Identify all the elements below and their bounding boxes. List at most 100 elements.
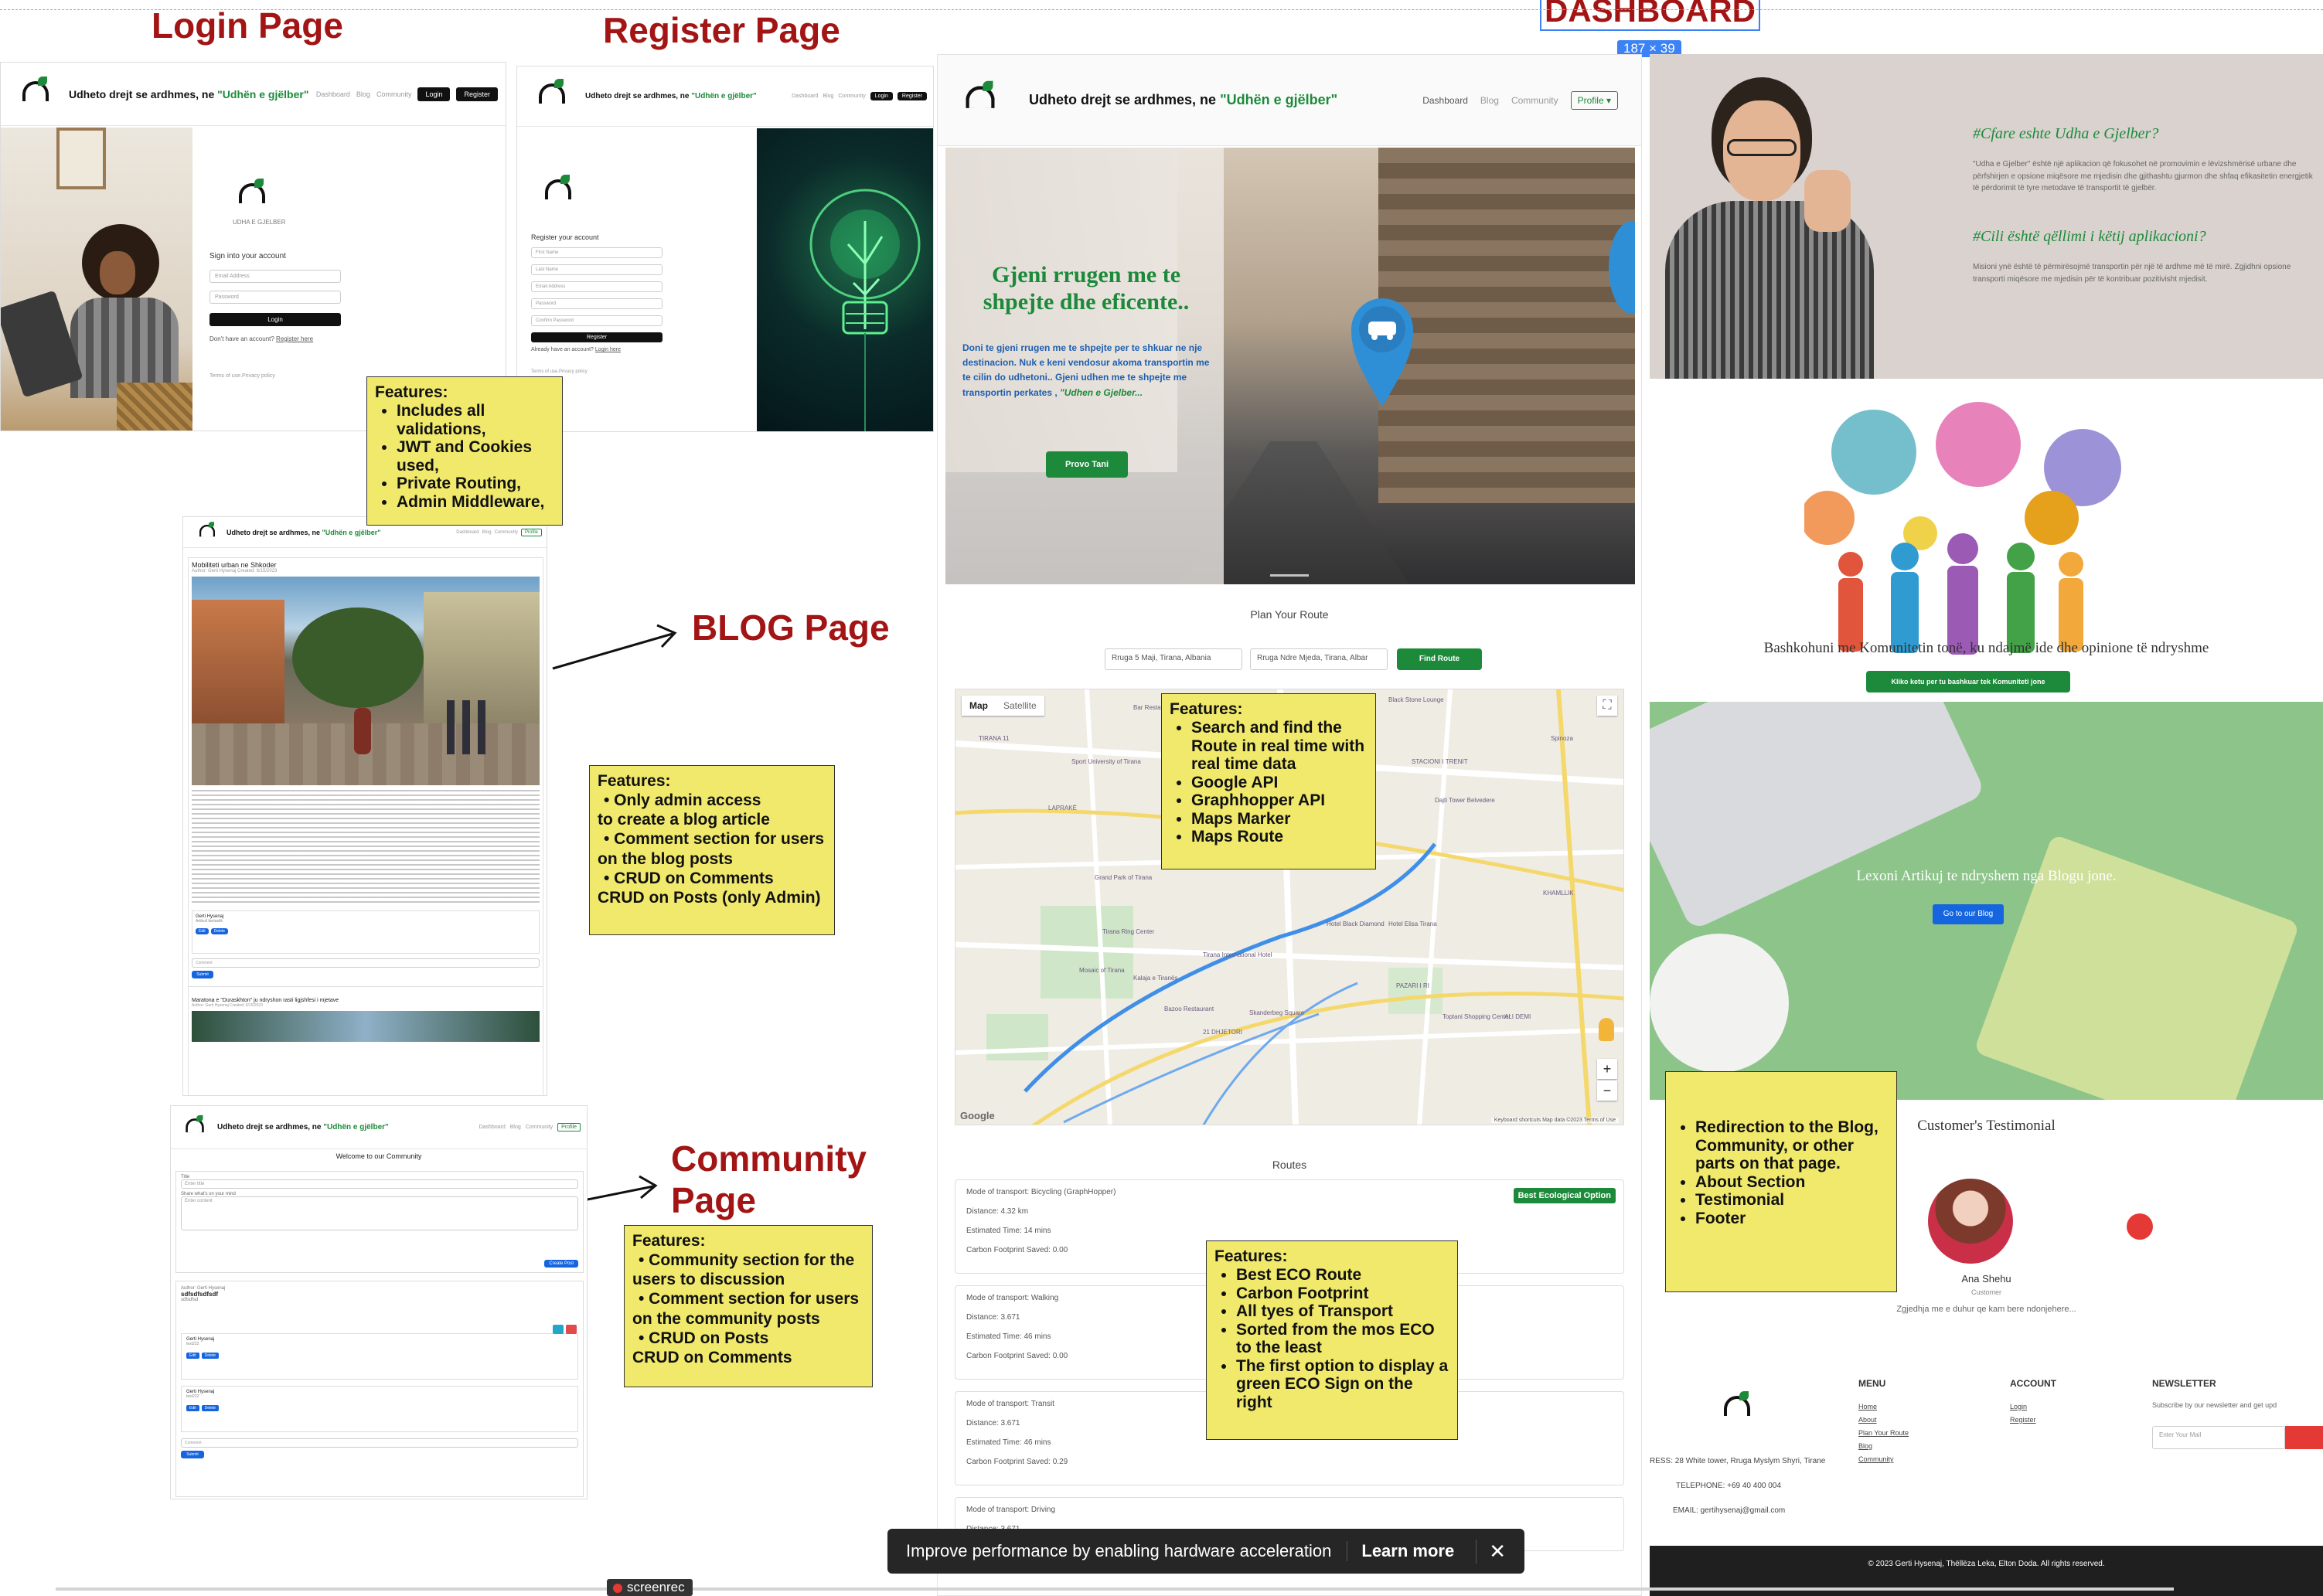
comment-submit-button[interactable]: Submit	[181, 1451, 204, 1458]
register-field[interactable]: Email Address	[531, 281, 662, 292]
nav-profile-button[interactable]: Profile	[520, 528, 542, 536]
footer-menu-link[interactable]: Community	[1858, 1455, 1909, 1463]
nav-register-button[interactable]: Register	[897, 92, 927, 100]
register-field[interactable]: First Name	[531, 247, 662, 258]
pegman-icon[interactable]	[1599, 1018, 1614, 1041]
from-input[interactable]: Rruga 5 Maji, Tirana, Albania	[1105, 648, 1242, 670]
community-invite-button[interactable]: Kliko ketu per tu bashkuar tek Komunitet…	[1866, 671, 2070, 693]
nav-community[interactable]: Community	[376, 90, 412, 98]
register-field[interactable]: Password	[531, 298, 662, 309]
nav-community[interactable]: Community	[495, 530, 518, 535]
create-post-button[interactable]: Create Post	[544, 1260, 578, 1268]
map-label[interactable]: KHAMLLIK	[1543, 890, 1574, 897]
map-tab-map[interactable]: Map	[962, 696, 996, 716]
next-post-title[interactable]: Maratona e "Duraskhton" ju ndryshon rast…	[189, 986, 543, 1003]
logo[interactable]	[182, 1114, 209, 1139]
map-label[interactable]: Toptani Shopping Center	[1443, 1013, 1511, 1021]
nav-profile-button[interactable]: Profile	[557, 1123, 581, 1131]
title-input[interactable]: Enter title	[181, 1179, 578, 1189]
nav-community[interactable]: Community	[838, 94, 865, 99]
edit-post-icon[interactable]	[553, 1325, 564, 1334]
newsletter-submit-button[interactable]	[2285, 1426, 2323, 1449]
email-field[interactable]: Email Address	[209, 270, 341, 283]
comment-delete-button[interactable]: Delete	[210, 928, 229, 934]
comment-input[interactable]: Comment	[192, 958, 540, 968]
zoom-in-icon[interactable]: +	[1597, 1059, 1617, 1079]
login-button[interactable]: Login	[209, 313, 341, 326]
nav-blog[interactable]: Blog	[482, 530, 492, 535]
toast-close-icon[interactable]: ✕	[1476, 1539, 1506, 1564]
comment-submit-button[interactable]: Submit	[192, 971, 213, 978]
nav-register-button[interactable]: Register	[456, 87, 498, 101]
nav-login-button[interactable]: Login	[870, 92, 893, 100]
logo[interactable]	[533, 78, 571, 114]
zoom-out-icon[interactable]: −	[1597, 1080, 1617, 1101]
register-field[interactable]: Last Name	[531, 264, 662, 275]
nav-blog[interactable]: Blog	[823, 94, 833, 99]
terms-link[interactable]: Terms of use.Privacy policy	[531, 369, 678, 374]
comment-input[interactable]: Comment	[181, 1438, 578, 1448]
map-label[interactable]: 21 DHJETORI	[1203, 1029, 1242, 1036]
nav-community[interactable]: Community	[1511, 95, 1558, 106]
hero-cta-button[interactable]: Provo Tani	[1046, 451, 1128, 478]
nav-dashboard[interactable]: Dashboard	[792, 94, 818, 99]
delete-post-icon[interactable]	[566, 1325, 577, 1334]
content-textarea[interactable]: Enter content	[181, 1196, 578, 1230]
nav-dashboard[interactable]: Dashboard	[316, 90, 350, 98]
map-label[interactable]: LAPRAKË	[1048, 805, 1077, 812]
login-link[interactable]: Login here	[595, 347, 621, 352]
map-label[interactable]: Skanderbeg Square	[1249, 1009, 1304, 1017]
logo[interactable]	[959, 80, 1002, 120]
toast-learn-more[interactable]: Learn more	[1347, 1541, 1454, 1561]
nav-login-button[interactable]: Login	[417, 87, 451, 101]
map-label[interactable]: Tirana International Hotel	[1203, 951, 1272, 959]
nav-blog[interactable]: Blog	[510, 1125, 521, 1130]
register-link[interactable]: Register here	[276, 335, 313, 342]
map-label[interactable]: Kalaja e Tiranës	[1133, 975, 1177, 982]
comment-delete-button[interactable]: Delete	[201, 1405, 220, 1411]
nav-community[interactable]: Community	[526, 1125, 553, 1130]
footer-menu-link[interactable]: About	[1858, 1416, 1909, 1424]
comment-delete-button[interactable]: Delete	[201, 1353, 220, 1359]
logo[interactable]	[196, 521, 219, 543]
nav-dashboard[interactable]: Dashboard	[456, 530, 479, 535]
map-label[interactable]: Hotel Black Diamond	[1327, 921, 1385, 928]
nav-dashboard[interactable]: Dashboard	[1422, 95, 1468, 106]
register-button[interactable]: Register	[531, 332, 662, 342]
map-label[interactable]: Grand Park of Tirana	[1095, 874, 1152, 882]
footer-account-link[interactable]: Register	[2010, 1416, 2036, 1424]
map-label[interactable]: Dajti Tower Belvedere	[1435, 797, 1495, 805]
blog-banner-button[interactable]: Go to our Blog	[1933, 904, 2004, 924]
fullscreen-icon[interactable]: ⛶	[1597, 696, 1617, 716]
comment-edit-button[interactable]: Edit	[186, 1353, 199, 1359]
map-label[interactable]: Black Stone Lounge	[1388, 696, 1444, 704]
nav-profile-button[interactable]: Profile ▾	[1570, 90, 1618, 110]
footer-menu-link[interactable]: Home	[1858, 1403, 1909, 1411]
map-label[interactable]: Mosaic of Tirana	[1079, 967, 1125, 975]
map-label[interactable]: Spinoza	[1551, 735, 1573, 743]
map-label[interactable]: Hotel Elisa Tirana	[1388, 921, 1437, 928]
newsletter-email-input[interactable]: Enter Your Mail	[2152, 1426, 2285, 1449]
map-type-control[interactable]: Map Satellite	[962, 696, 1044, 716]
dashboard-heading[interactable]: DASHBOARD	[1540, 0, 1760, 31]
footer-account-link[interactable]: Login	[2010, 1403, 2036, 1411]
nav-blog[interactable]: Blog	[1480, 95, 1499, 106]
map-label[interactable]: PAZARI I RI	[1396, 982, 1429, 990]
find-route-button[interactable]: Find Route	[1397, 648, 1482, 670]
map-label[interactable]: Bazoo Restaurant	[1164, 1006, 1214, 1013]
terms-link[interactable]: Terms of use.Privacy policy	[209, 373, 364, 379]
map-label[interactable]: Tirana Ring Center	[1102, 928, 1154, 936]
comment-edit-button[interactable]: Edit	[186, 1405, 199, 1411]
map-tab-satellite[interactable]: Satellite	[996, 696, 1044, 716]
register-field[interactable]: Confirm Password	[531, 315, 662, 326]
comment-edit-button[interactable]: Edit	[196, 928, 209, 934]
nav-blog[interactable]: Blog	[356, 90, 370, 98]
footer-menu-link[interactable]: Blog	[1858, 1442, 1909, 1450]
footer-menu-link[interactable]: Plan Your Route	[1858, 1429, 1909, 1437]
map-label[interactable]: STACIONI I TRENIT	[1412, 758, 1468, 766]
password-field[interactable]: Password	[209, 291, 341, 304]
to-input[interactable]: Rruga Ndre Mjeda, Tirana, Albar	[1250, 648, 1388, 670]
logo[interactable]	[16, 76, 55, 112]
map-label[interactable]: TIRANA 11	[979, 735, 1009, 743]
carousel-indicator[interactable]	[1270, 574, 1309, 577]
